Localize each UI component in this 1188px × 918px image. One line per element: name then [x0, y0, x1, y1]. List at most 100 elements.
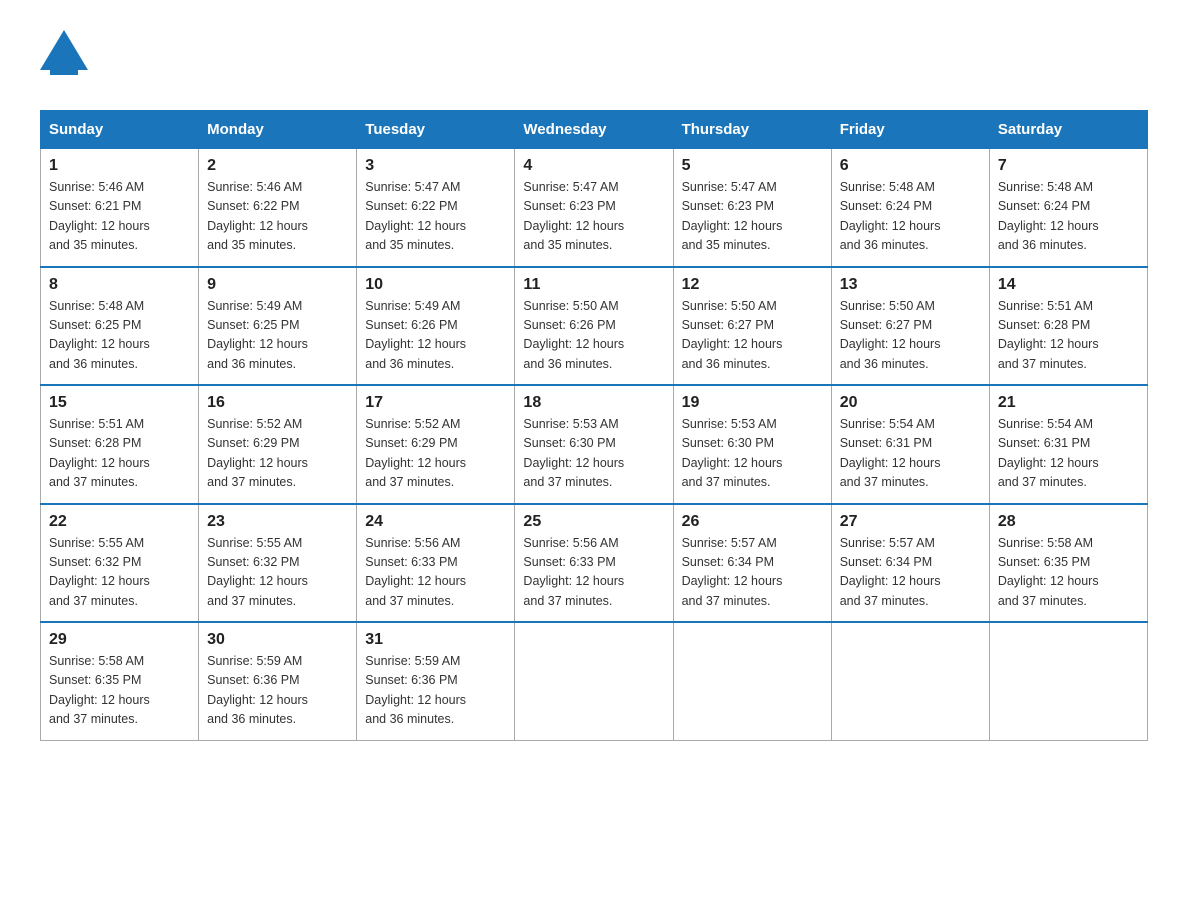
- calendar-cell: 28 Sunrise: 5:58 AMSunset: 6:35 PMDaylig…: [989, 504, 1147, 623]
- calendar-cell: 4 Sunrise: 5:47 AMSunset: 6:23 PMDayligh…: [515, 149, 673, 267]
- day-info: Sunrise: 5:47 AMSunset: 6:23 PMDaylight:…: [682, 180, 783, 252]
- day-info: Sunrise: 5:48 AMSunset: 6:25 PMDaylight:…: [49, 299, 150, 371]
- header-day-wednesday: Wednesday: [515, 111, 673, 149]
- day-number: 10: [365, 276, 506, 294]
- day-info: Sunrise: 5:58 AMSunset: 6:35 PMDaylight:…: [998, 536, 1099, 608]
- day-info: Sunrise: 5:46 AMSunset: 6:22 PMDaylight:…: [207, 180, 308, 252]
- day-info: Sunrise: 5:51 AMSunset: 6:28 PMDaylight:…: [49, 417, 150, 489]
- header-day-thursday: Thursday: [673, 111, 831, 149]
- calendar-cell: 17 Sunrise: 5:52 AMSunset: 6:29 PMDaylig…: [357, 385, 515, 504]
- day-info: Sunrise: 5:53 AMSunset: 6:30 PMDaylight:…: [523, 417, 624, 489]
- day-number: 12: [682, 276, 823, 294]
- calendar-cell: 27 Sunrise: 5:57 AMSunset: 6:34 PMDaylig…: [831, 504, 989, 623]
- day-number: 5: [682, 157, 823, 175]
- day-info: Sunrise: 5:59 AMSunset: 6:36 PMDaylight:…: [207, 654, 308, 726]
- day-info: Sunrise: 5:58 AMSunset: 6:35 PMDaylight:…: [49, 654, 150, 726]
- day-number: 2: [207, 157, 348, 175]
- day-info: Sunrise: 5:57 AMSunset: 6:34 PMDaylight:…: [840, 536, 941, 608]
- day-number: 20: [840, 394, 981, 412]
- day-number: 17: [365, 394, 506, 412]
- day-number: 26: [682, 513, 823, 531]
- calendar-week-3: 15 Sunrise: 5:51 AMSunset: 6:28 PMDaylig…: [41, 385, 1148, 504]
- calendar-header: SundayMondayTuesdayWednesdayThursdayFrid…: [41, 111, 1148, 149]
- calendar-cell: 7 Sunrise: 5:48 AMSunset: 6:24 PMDayligh…: [989, 149, 1147, 267]
- day-info: Sunrise: 5:56 AMSunset: 6:33 PMDaylight:…: [523, 536, 624, 608]
- calendar-cell: 15 Sunrise: 5:51 AMSunset: 6:28 PMDaylig…: [41, 385, 199, 504]
- day-info: Sunrise: 5:48 AMSunset: 6:24 PMDaylight:…: [998, 180, 1099, 252]
- day-info: Sunrise: 5:52 AMSunset: 6:29 PMDaylight:…: [207, 417, 308, 489]
- day-number: 16: [207, 394, 348, 412]
- calendar-week-5: 29 Sunrise: 5:58 AMSunset: 6:35 PMDaylig…: [41, 622, 1148, 740]
- header-day-saturday: Saturday: [989, 111, 1147, 149]
- calendar-cell: 16 Sunrise: 5:52 AMSunset: 6:29 PMDaylig…: [199, 385, 357, 504]
- day-number: 14: [998, 276, 1139, 294]
- calendar-cell: 19 Sunrise: 5:53 AMSunset: 6:30 PMDaylig…: [673, 385, 831, 504]
- day-number: 15: [49, 394, 190, 412]
- calendar-cell: 10 Sunrise: 5:49 AMSunset: 6:26 PMDaylig…: [357, 267, 515, 386]
- day-number: 25: [523, 513, 664, 531]
- calendar-cell: [831, 622, 989, 740]
- calendar-cell: 23 Sunrise: 5:55 AMSunset: 6:32 PMDaylig…: [199, 504, 357, 623]
- day-info: Sunrise: 5:53 AMSunset: 6:30 PMDaylight:…: [682, 417, 783, 489]
- day-number: 7: [998, 157, 1139, 175]
- calendar-week-1: 1 Sunrise: 5:46 AMSunset: 6:21 PMDayligh…: [41, 149, 1148, 267]
- calendar-cell: 6 Sunrise: 5:48 AMSunset: 6:24 PMDayligh…: [831, 149, 989, 267]
- day-info: Sunrise: 5:49 AMSunset: 6:25 PMDaylight:…: [207, 299, 308, 371]
- day-number: 24: [365, 513, 506, 531]
- day-number: 23: [207, 513, 348, 531]
- day-number: 21: [998, 394, 1139, 412]
- day-number: 31: [365, 631, 506, 649]
- day-info: Sunrise: 5:54 AMSunset: 6:31 PMDaylight:…: [998, 417, 1099, 489]
- calendar-cell: 26 Sunrise: 5:57 AMSunset: 6:34 PMDaylig…: [673, 504, 831, 623]
- calendar-cell: 30 Sunrise: 5:59 AMSunset: 6:36 PMDaylig…: [199, 622, 357, 740]
- calendar-cell: 20 Sunrise: 5:54 AMSunset: 6:31 PMDaylig…: [831, 385, 989, 504]
- day-number: 6: [840, 157, 981, 175]
- day-info: Sunrise: 5:49 AMSunset: 6:26 PMDaylight:…: [365, 299, 466, 371]
- day-number: 28: [998, 513, 1139, 531]
- day-number: 4: [523, 157, 664, 175]
- day-number: 11: [523, 276, 664, 294]
- day-info: Sunrise: 5:50 AMSunset: 6:26 PMDaylight:…: [523, 299, 624, 371]
- header-day-friday: Friday: [831, 111, 989, 149]
- day-info: Sunrise: 5:55 AMSunset: 6:32 PMDaylight:…: [49, 536, 150, 608]
- calendar-cell: 3 Sunrise: 5:47 AMSunset: 6:22 PMDayligh…: [357, 149, 515, 267]
- calendar-cell: 24 Sunrise: 5:56 AMSunset: 6:33 PMDaylig…: [357, 504, 515, 623]
- day-info: Sunrise: 5:46 AMSunset: 6:21 PMDaylight:…: [49, 180, 150, 252]
- day-info: Sunrise: 5:56 AMSunset: 6:33 PMDaylight:…: [365, 536, 466, 608]
- logo-icon: [40, 30, 88, 90]
- calendar-cell: 2 Sunrise: 5:46 AMSunset: 6:22 PMDayligh…: [199, 149, 357, 267]
- day-number: 18: [523, 394, 664, 412]
- day-info: Sunrise: 5:50 AMSunset: 6:27 PMDaylight:…: [840, 299, 941, 371]
- header-day-tuesday: Tuesday: [357, 111, 515, 149]
- calendar-cell: 22 Sunrise: 5:55 AMSunset: 6:32 PMDaylig…: [41, 504, 199, 623]
- day-number: 19: [682, 394, 823, 412]
- calendar-cell: 13 Sunrise: 5:50 AMSunset: 6:27 PMDaylig…: [831, 267, 989, 386]
- day-info: Sunrise: 5:50 AMSunset: 6:27 PMDaylight:…: [682, 299, 783, 371]
- calendar-cell: [989, 622, 1147, 740]
- calendar-week-2: 8 Sunrise: 5:48 AMSunset: 6:25 PMDayligh…: [41, 267, 1148, 386]
- page-header: [40, 30, 1148, 90]
- day-number: 27: [840, 513, 981, 531]
- day-number: 8: [49, 276, 190, 294]
- calendar-cell: 31 Sunrise: 5:59 AMSunset: 6:36 PMDaylig…: [357, 622, 515, 740]
- calendar-cell: 14 Sunrise: 5:51 AMSunset: 6:28 PMDaylig…: [989, 267, 1147, 386]
- calendar-cell: 25 Sunrise: 5:56 AMSunset: 6:33 PMDaylig…: [515, 504, 673, 623]
- day-info: Sunrise: 5:52 AMSunset: 6:29 PMDaylight:…: [365, 417, 466, 489]
- day-info: Sunrise: 5:47 AMSunset: 6:23 PMDaylight:…: [523, 180, 624, 252]
- calendar-cell: 12 Sunrise: 5:50 AMSunset: 6:27 PMDaylig…: [673, 267, 831, 386]
- day-info: Sunrise: 5:54 AMSunset: 6:31 PMDaylight:…: [840, 417, 941, 489]
- calendar-week-4: 22 Sunrise: 5:55 AMSunset: 6:32 PMDaylig…: [41, 504, 1148, 623]
- header-day-monday: Monday: [199, 111, 357, 149]
- day-info: Sunrise: 5:59 AMSunset: 6:36 PMDaylight:…: [365, 654, 466, 726]
- calendar-cell: 9 Sunrise: 5:49 AMSunset: 6:25 PMDayligh…: [199, 267, 357, 386]
- calendar-cell: 8 Sunrise: 5:48 AMSunset: 6:25 PMDayligh…: [41, 267, 199, 386]
- day-number: 3: [365, 157, 506, 175]
- day-info: Sunrise: 5:47 AMSunset: 6:22 PMDaylight:…: [365, 180, 466, 252]
- day-number: 22: [49, 513, 190, 531]
- calendar-table: SundayMondayTuesdayWednesdayThursdayFrid…: [40, 110, 1148, 741]
- calendar-cell: 1 Sunrise: 5:46 AMSunset: 6:21 PMDayligh…: [41, 149, 199, 267]
- logo: [40, 30, 88, 90]
- day-info: Sunrise: 5:51 AMSunset: 6:28 PMDaylight:…: [998, 299, 1099, 371]
- calendar-cell: [515, 622, 673, 740]
- calendar-body: 1 Sunrise: 5:46 AMSunset: 6:21 PMDayligh…: [41, 149, 1148, 741]
